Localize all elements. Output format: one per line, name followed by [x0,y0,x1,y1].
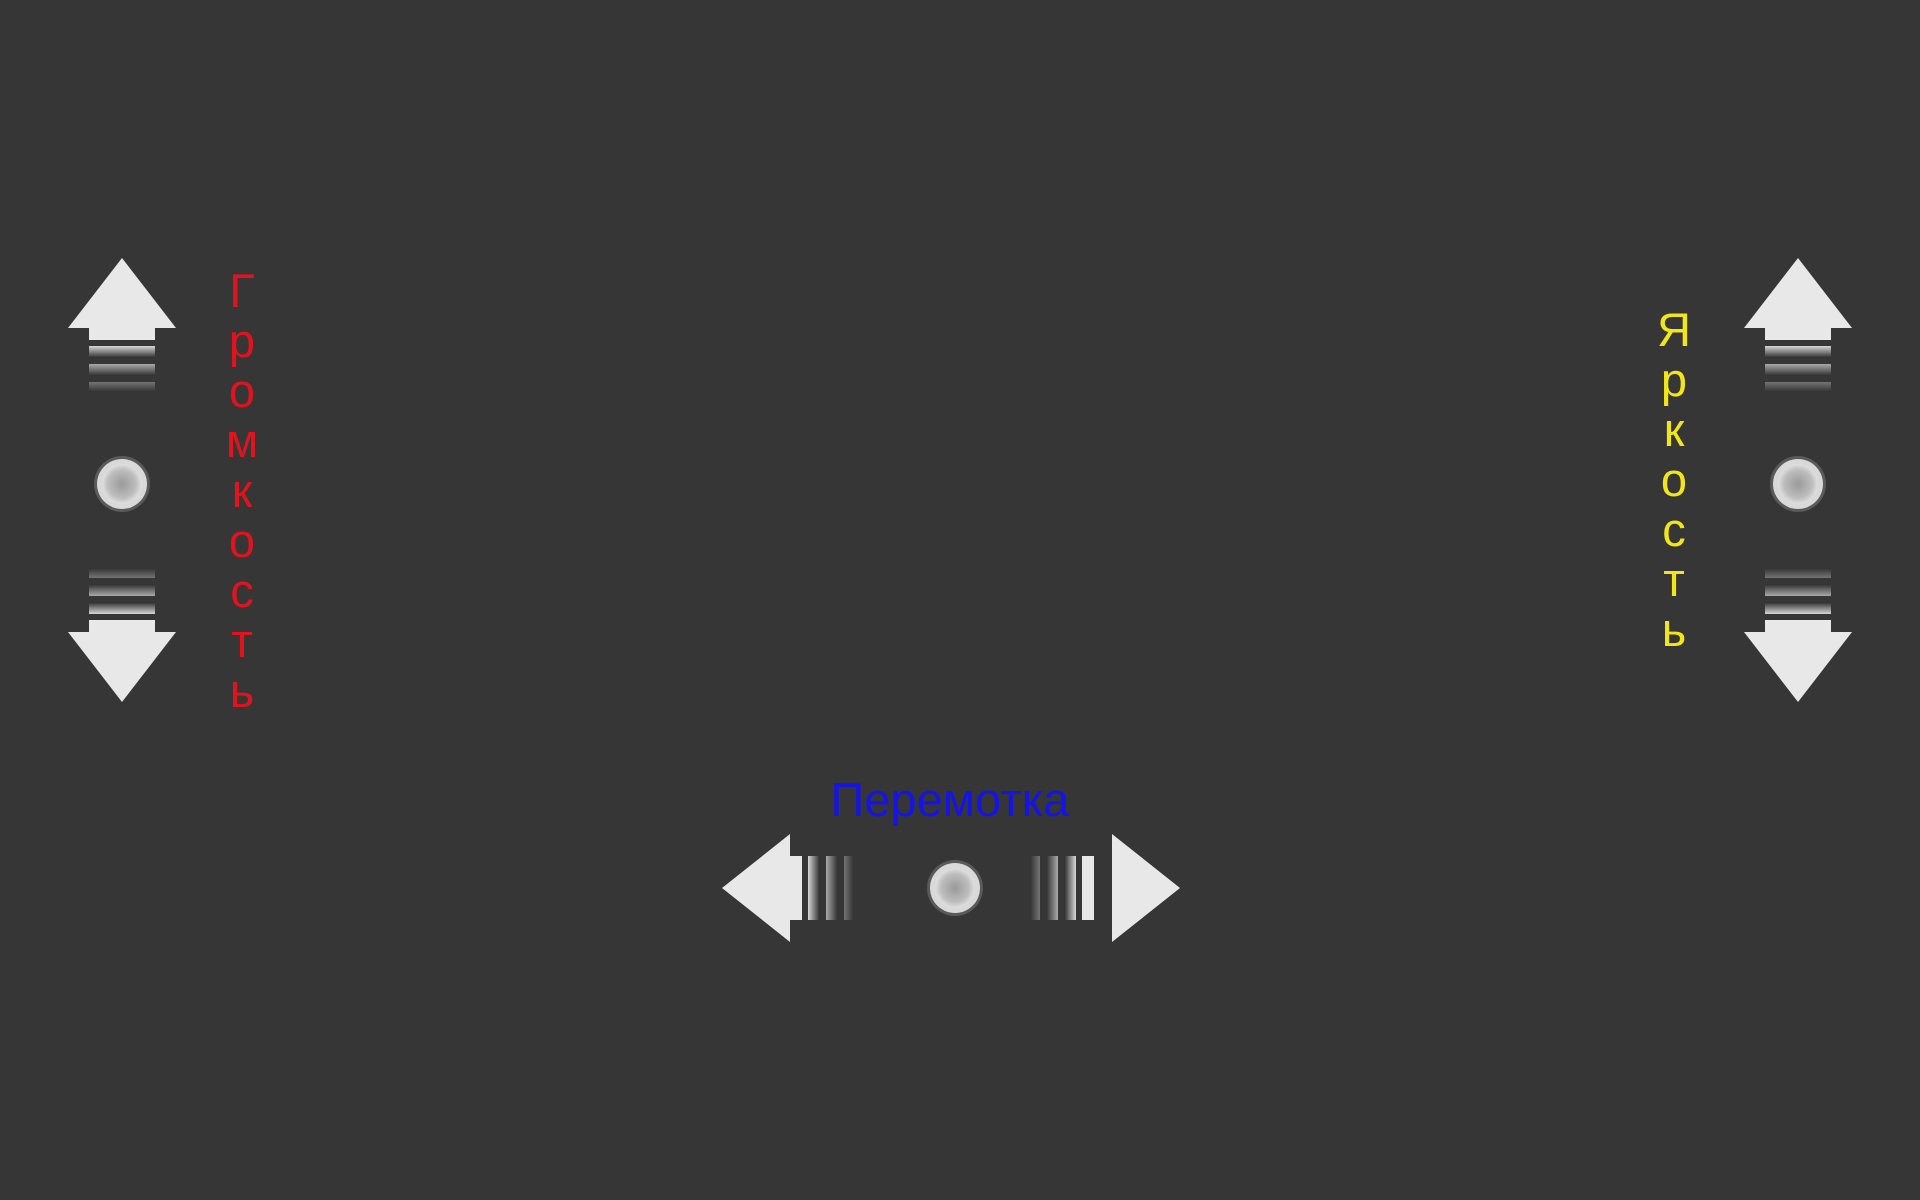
label-letter: с [230,564,254,617]
touch-point-icon [1770,456,1826,512]
label-letter: т [231,614,253,667]
gesture-hint-overlay: Громкость Я р к о с т ь Перемотка [0,0,1920,1200]
brightness-down-button[interactable] [1742,566,1854,716]
label-letter: Г [229,264,255,317]
brightness-up-button[interactable] [1742,256,1854,406]
label-letter: о [1660,453,1688,506]
label-letter: к [1663,403,1685,456]
label-letter: ь [229,664,255,717]
label-letter: р [228,314,256,367]
label-letter: Я [1657,303,1691,356]
label-letter: т [1663,553,1685,606]
volume-label: Громкость [222,266,262,716]
seek-label: Перемотка [830,773,1070,826]
touch-point-icon [94,456,150,512]
volume-up-button[interactable] [66,256,178,406]
label-letter: р [1660,353,1688,406]
volume-down-button[interactable] [66,566,178,716]
brightness-label: Яркость [1654,305,1694,655]
seek-backward-button[interactable] [720,830,870,946]
label-letter: ь [1661,603,1687,656]
label-letter: м [225,414,259,467]
label-letter: о [228,514,256,567]
label-letter: к [231,464,253,517]
label-letter: с [1662,503,1686,556]
touch-point-icon [927,860,983,916]
label-letter: о [228,364,256,417]
seek-forward-button[interactable] [1030,830,1182,946]
